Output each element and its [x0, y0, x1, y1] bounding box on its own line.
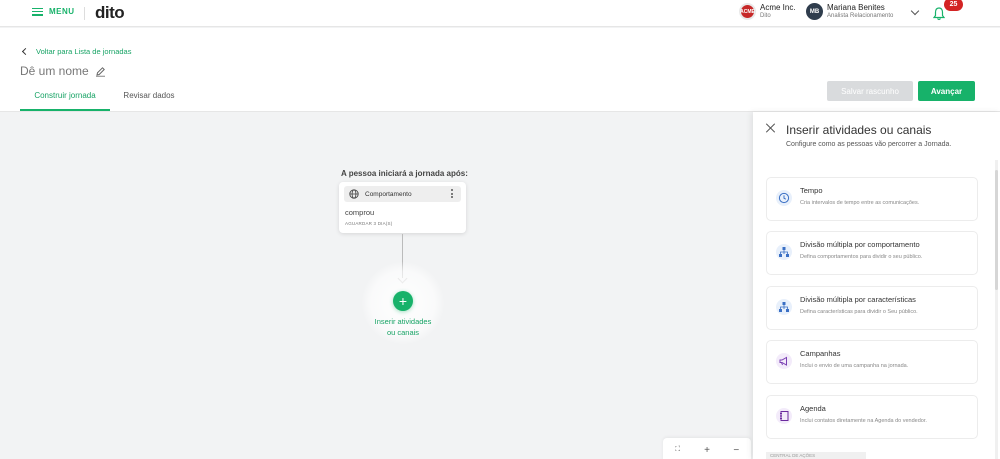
- activity-desc: Cria intervalos de tempo entre as comuni…: [800, 200, 920, 206]
- activity-title: Campanhas: [800, 349, 841, 358]
- zoom-controls: ⛶ + −: [663, 438, 751, 459]
- trigger-wait: AGUARDAR 3 DIA(S): [345, 221, 393, 226]
- org-name: Acme Inc.: [760, 3, 796, 12]
- notification-badge[interactable]: 25: [944, 0, 963, 11]
- chevron-down-icon[interactable]: [910, 6, 920, 16]
- user-name: Mariana Benites: [827, 3, 885, 12]
- user-avatar: MB: [806, 3, 823, 20]
- clock-icon: [776, 190, 792, 206]
- split-icon: [776, 244, 792, 260]
- next-button[interactable]: Avançar: [918, 81, 975, 101]
- trigger-type-label: Comportamento: [365, 190, 412, 198]
- next-section-header: CENTRAL DE AÇÕES: [766, 452, 866, 459]
- more-vertical-icon[interactable]: [451, 189, 453, 198]
- menu-button[interactable]: MENU: [32, 7, 75, 16]
- org-sub: Dito: [760, 13, 771, 19]
- add-activity-label-line2: ou canais: [386, 328, 420, 337]
- activity-card-agenda[interactable]: Agenda Inclui contatos diretamente na Ag…: [766, 395, 978, 439]
- activity-card-campaigns[interactable]: Campanhas Inclui o envio de uma campanha…: [766, 340, 978, 384]
- fit-screen-icon[interactable]: ⛶: [668, 446, 688, 454]
- trigger-value: comprou: [345, 208, 375, 217]
- panel-title: Inserir atividades ou canais: [786, 123, 932, 137]
- activities-panel: Inserir atividades ou canais Configure c…: [753, 112, 1000, 459]
- tab-build-journey[interactable]: Construir jornada: [20, 91, 110, 111]
- menu-label: MENU: [49, 7, 75, 16]
- globe-icon: [349, 189, 359, 199]
- add-activity-button[interactable]: +: [393, 291, 413, 311]
- zoom-out-button[interactable]: −: [726, 445, 746, 456]
- hamburger-icon: [32, 7, 43, 16]
- activity-title: Divisão múltipla por características: [800, 295, 916, 304]
- activity-title: Tempo: [800, 186, 823, 195]
- chevron-left-icon: [21, 47, 30, 56]
- back-to-journeys-link[interactable]: Voltar para Lista de jornadas: [21, 47, 132, 56]
- top-bar: MENU dito ACME Acme Inc. Dito MB Mariana…: [0, 0, 1000, 27]
- agenda-icon: [776, 408, 792, 424]
- activity-card-behavior-split[interactable]: Divisão múltipla por comportamento Defin…: [766, 231, 978, 275]
- activity-card-characteristics-split[interactable]: Divisão múltipla por características Def…: [766, 286, 978, 330]
- journey-name[interactable]: Dê um nome: [20, 64, 89, 78]
- tab-review-data[interactable]: Revisar dados: [110, 91, 188, 111]
- dito-logo[interactable]: dito: [95, 3, 125, 23]
- activity-desc: Inclui o envio de uma campanha na jornad…: [800, 363, 909, 369]
- save-draft-button[interactable]: Salvar rascunho: [827, 81, 913, 101]
- journey-title-row[interactable]: Dê um nome: [20, 64, 106, 78]
- activity-desc: Defina comportamentos para dividir o seu…: [800, 254, 923, 260]
- journey-header: Voltar para Lista de jornadas Dê um nome…: [0, 28, 1000, 112]
- activity-desc: Inclui contatos diretamente na Agenda do…: [800, 418, 927, 424]
- trigger-node[interactable]: Comportamento comprou AGUARDAR 3 DIA(S): [339, 182, 466, 233]
- activity-title: Agenda: [800, 404, 826, 413]
- bell-icon[interactable]: [933, 7, 945, 21]
- split-icon: [776, 299, 792, 315]
- user-menu[interactable]: MB Mariana Benites Analista Relacionamen…: [806, 3, 893, 20]
- add-activity-label-line1: Inserir atividades: [374, 317, 432, 326]
- panel-scrollbar[interactable]: [995, 160, 998, 459]
- back-link-label: Voltar para Lista de jornadas: [36, 47, 132, 56]
- org-avatar: ACME: [739, 3, 756, 20]
- megaphone-icon: [776, 353, 792, 369]
- journey-start-label: A pessoa iniciará a jornada após:: [341, 169, 468, 178]
- zoom-in-button[interactable]: +: [697, 445, 717, 456]
- user-role: Analista Relacionamento: [827, 13, 894, 19]
- org-switcher[interactable]: ACME Acme Inc. Dito: [739, 3, 796, 20]
- topbar-divider: [84, 7, 85, 20]
- activity-title: Divisão múltipla por comportamento: [800, 240, 920, 249]
- panel-subtitle: Configure como as pessoas vão percorrer …: [786, 141, 952, 148]
- close-icon[interactable]: [766, 123, 776, 133]
- activity-desc: Defina características para dividir o Se…: [800, 309, 918, 315]
- add-activity-label[interactable]: Inserir atividades ou canais: [363, 316, 443, 338]
- pencil-icon[interactable]: [95, 66, 106, 77]
- activity-card-tempo[interactable]: Tempo Cria intervalos de tempo entre as …: [766, 177, 978, 221]
- trigger-node-header: Comportamento: [344, 186, 461, 202]
